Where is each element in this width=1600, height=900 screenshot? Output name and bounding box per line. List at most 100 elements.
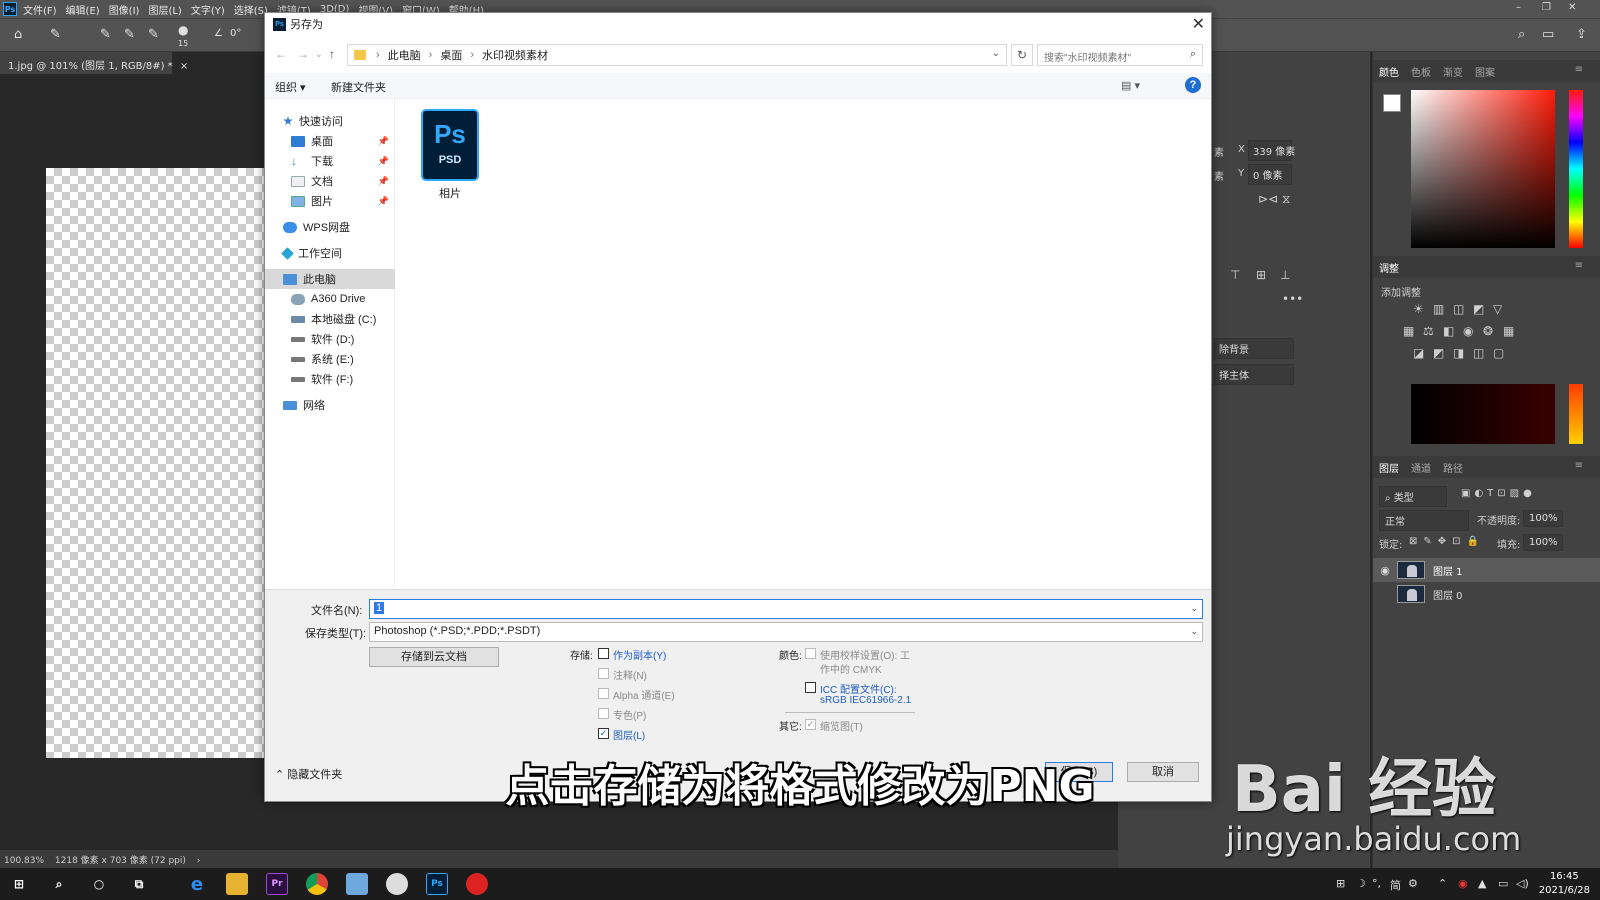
app-icon[interactable]: [386, 873, 408, 895]
hide-folders-toggle[interactable]: ⌃ 隐藏文件夹: [275, 766, 342, 782]
chevron-right-icon[interactable]: ›: [470, 49, 474, 61]
windows-start-icon[interactable]: ⊞: [8, 873, 30, 895]
layer-row[interactable]: 图层 0: [1373, 582, 1600, 606]
selective-color-icon[interactable]: ▢: [1493, 346, 1504, 360]
cancel-button[interactable]: 取消: [1127, 762, 1199, 782]
sidebar-item-workspace[interactable]: 工作空间: [265, 243, 395, 263]
brush-preset-icon[interactable]: ●: [178, 23, 188, 37]
pin-icon[interactable]: 📌: [378, 136, 389, 147]
document-canvas[interactable]: [46, 168, 278, 758]
tab-paths[interactable]: 路径: [1443, 460, 1463, 475]
chevron-down-icon[interactable]: ⌄: [992, 48, 1000, 59]
sidebar-item-this-pc[interactable]: 此电脑: [265, 269, 395, 289]
chevron-down-icon[interactable]: ⌄: [1190, 603, 1198, 614]
document-tab[interactable]: 1.jpg @ 101% (图层 1, RGB/8#) * ×: [0, 52, 188, 74]
angle-value[interactable]: 0°: [230, 28, 241, 39]
back-icon[interactable]: ←: [275, 47, 287, 61]
levels-icon[interactable]: ▥: [1433, 302, 1444, 316]
search-icon[interactable]: ⌕: [48, 873, 70, 895]
workspace-layout-icon[interactable]: ▭: [1542, 27, 1554, 42]
app-icon[interactable]: [346, 873, 368, 895]
help-icon[interactable]: ?: [1185, 77, 1201, 93]
chevron-right-icon[interactable]: ›: [429, 49, 433, 61]
align-middle-icon[interactable]: ⊞: [1256, 268, 1266, 282]
pin-icon[interactable]: 📌: [378, 196, 389, 207]
address-bar[interactable]: › 此电脑 › 桌面 › 水印视频素材 ⌄: [347, 44, 1007, 66]
minimize-icon[interactable]: –: [1516, 2, 1521, 13]
new-selection-icon[interactable]: ✎: [100, 27, 111, 42]
hue-preview-slider[interactable]: [1569, 384, 1583, 444]
breadcrumb-this-pc[interactable]: 此电脑: [388, 47, 421, 63]
flip-horizontal-icon[interactable]: ⊳⊲: [1258, 192, 1278, 206]
panel-menu-icon[interactable]: ≡: [1575, 260, 1583, 271]
flip-vertical-icon[interactable]: ⧖: [1282, 192, 1290, 207]
edge-icon[interactable]: e: [186, 873, 208, 895]
color-balance-icon[interactable]: ⚖: [1423, 324, 1434, 338]
sidebar-item-a360-drive[interactable]: A360 Drive: [265, 289, 395, 309]
menu-edit[interactable]: 编辑(E): [66, 2, 100, 17]
sidebar-item-network[interactable]: 网络: [265, 395, 395, 415]
menu-select[interactable]: 选择(S): [234, 2, 268, 17]
breadcrumb-folder[interactable]: 水印视频素材: [482, 47, 548, 63]
new-folder-button[interactable]: 新建文件夹: [331, 79, 386, 95]
panel-menu-icon[interactable]: ≡: [1575, 64, 1583, 75]
filetype-select[interactable]: Photoshop (*.PSD;*.PDD;*.PSDT) ⌄: [369, 622, 1203, 642]
premiere-icon[interactable]: Pr: [266, 873, 288, 895]
vibrance-icon[interactable]: ▽: [1493, 302, 1502, 316]
tab-layers[interactable]: 图层: [1379, 460, 1399, 475]
thumbnail-checkbox[interactable]: ✓ 缩览图(T): [805, 718, 863, 733]
organize-button[interactable]: 组织 ▾: [275, 79, 306, 95]
x-position-field[interactable]: 339 像素: [1248, 140, 1295, 161]
search-icon[interactable]: ⌕: [1190, 48, 1196, 61]
as-copy-checkbox[interactable]: 作为副本(Y): [598, 647, 666, 662]
layer-filter-icons[interactable]: ▣◐T⊡▨●: [1461, 488, 1536, 499]
record-tray-icon[interactable]: ◉: [1458, 877, 1468, 890]
ime-icon[interactable]: ⊞: [1336, 877, 1345, 890]
tab-channels[interactable]: 通道: [1411, 460, 1431, 475]
moon-icon[interactable]: ☽: [1356, 877, 1366, 890]
sidebar-item-downloads[interactable]: ↓ 下载 📌: [265, 151, 395, 171]
checkbox-box[interactable]: [598, 648, 609, 659]
proof-setup-checkbox[interactable]: 使用校样设置(O): 工: [805, 647, 910, 662]
align-bottom-icon[interactable]: ⊥: [1280, 268, 1290, 282]
eye-icon[interactable]: ◉: [1373, 564, 1397, 577]
home-icon[interactable]: ⌂: [14, 27, 22, 42]
color-picker-field[interactable]: [1411, 90, 1555, 248]
subtract-selection-icon[interactable]: ✎: [148, 27, 159, 42]
checkbox-box[interactable]: [805, 648, 816, 659]
punctuation-icon[interactable]: °,: [1372, 877, 1381, 890]
y-position-field[interactable]: 0 像素: [1248, 164, 1292, 185]
ime-mode[interactable]: 简: [1390, 877, 1401, 893]
menu-file[interactable]: 文件(F): [23, 2, 57, 17]
photoshop-taskbar-icon[interactable]: Ps: [426, 873, 448, 895]
tab-swatches[interactable]: 色板: [1411, 64, 1431, 79]
remove-background-button[interactable]: 除背景: [1214, 338, 1294, 359]
search-input[interactable]: 搜索"水印视频素材" ⌕: [1037, 44, 1203, 66]
blend-mode-select[interactable]: 正常: [1379, 510, 1469, 531]
quick-select-tool-icon[interactable]: ✎: [50, 27, 61, 42]
menu-layer[interactable]: 图层(L): [148, 2, 181, 17]
panel-menu-icon[interactable]: ≡: [1575, 460, 1583, 471]
chevron-right-icon[interactable]: ›: [376, 49, 380, 61]
close-tab-icon[interactable]: ×: [180, 61, 188, 72]
file-explorer-icon[interactable]: [226, 873, 248, 895]
up-icon[interactable]: ↑: [329, 47, 335, 61]
sidebar-item-quick-access[interactable]: 快速访问: [265, 111, 395, 131]
color-lookup-icon[interactable]: ▦: [1503, 324, 1514, 338]
add-selection-icon[interactable]: ✎: [124, 27, 135, 42]
forward-icon[interactable]: →: [297, 47, 309, 61]
sidebar-item-disk-e[interactable]: 系统 (E:): [265, 349, 395, 369]
sidebar-item-pictures[interactable]: 图片 📌: [265, 191, 395, 211]
fill-field[interactable]: 100%: [1523, 534, 1563, 551]
breadcrumb-desktop[interactable]: 桌面: [440, 47, 462, 63]
alpha-channels-checkbox[interactable]: Alpha 通道(E): [598, 687, 675, 702]
align-top-icon[interactable]: ⊤: [1230, 268, 1240, 282]
hue-saturation-icon[interactable]: ▦: [1403, 324, 1414, 338]
window-close-icon[interactable]: ✕: [1568, 2, 1576, 13]
refresh-icon[interactable]: ↻: [1011, 44, 1033, 66]
chrome-icon[interactable]: [306, 873, 328, 895]
checkbox-box[interactable]: [598, 688, 609, 699]
network-icon[interactable]: ▭: [1498, 877, 1508, 890]
photo-filter-icon[interactable]: ◉: [1463, 324, 1473, 338]
threshold-icon[interactable]: ◨: [1453, 346, 1464, 360]
